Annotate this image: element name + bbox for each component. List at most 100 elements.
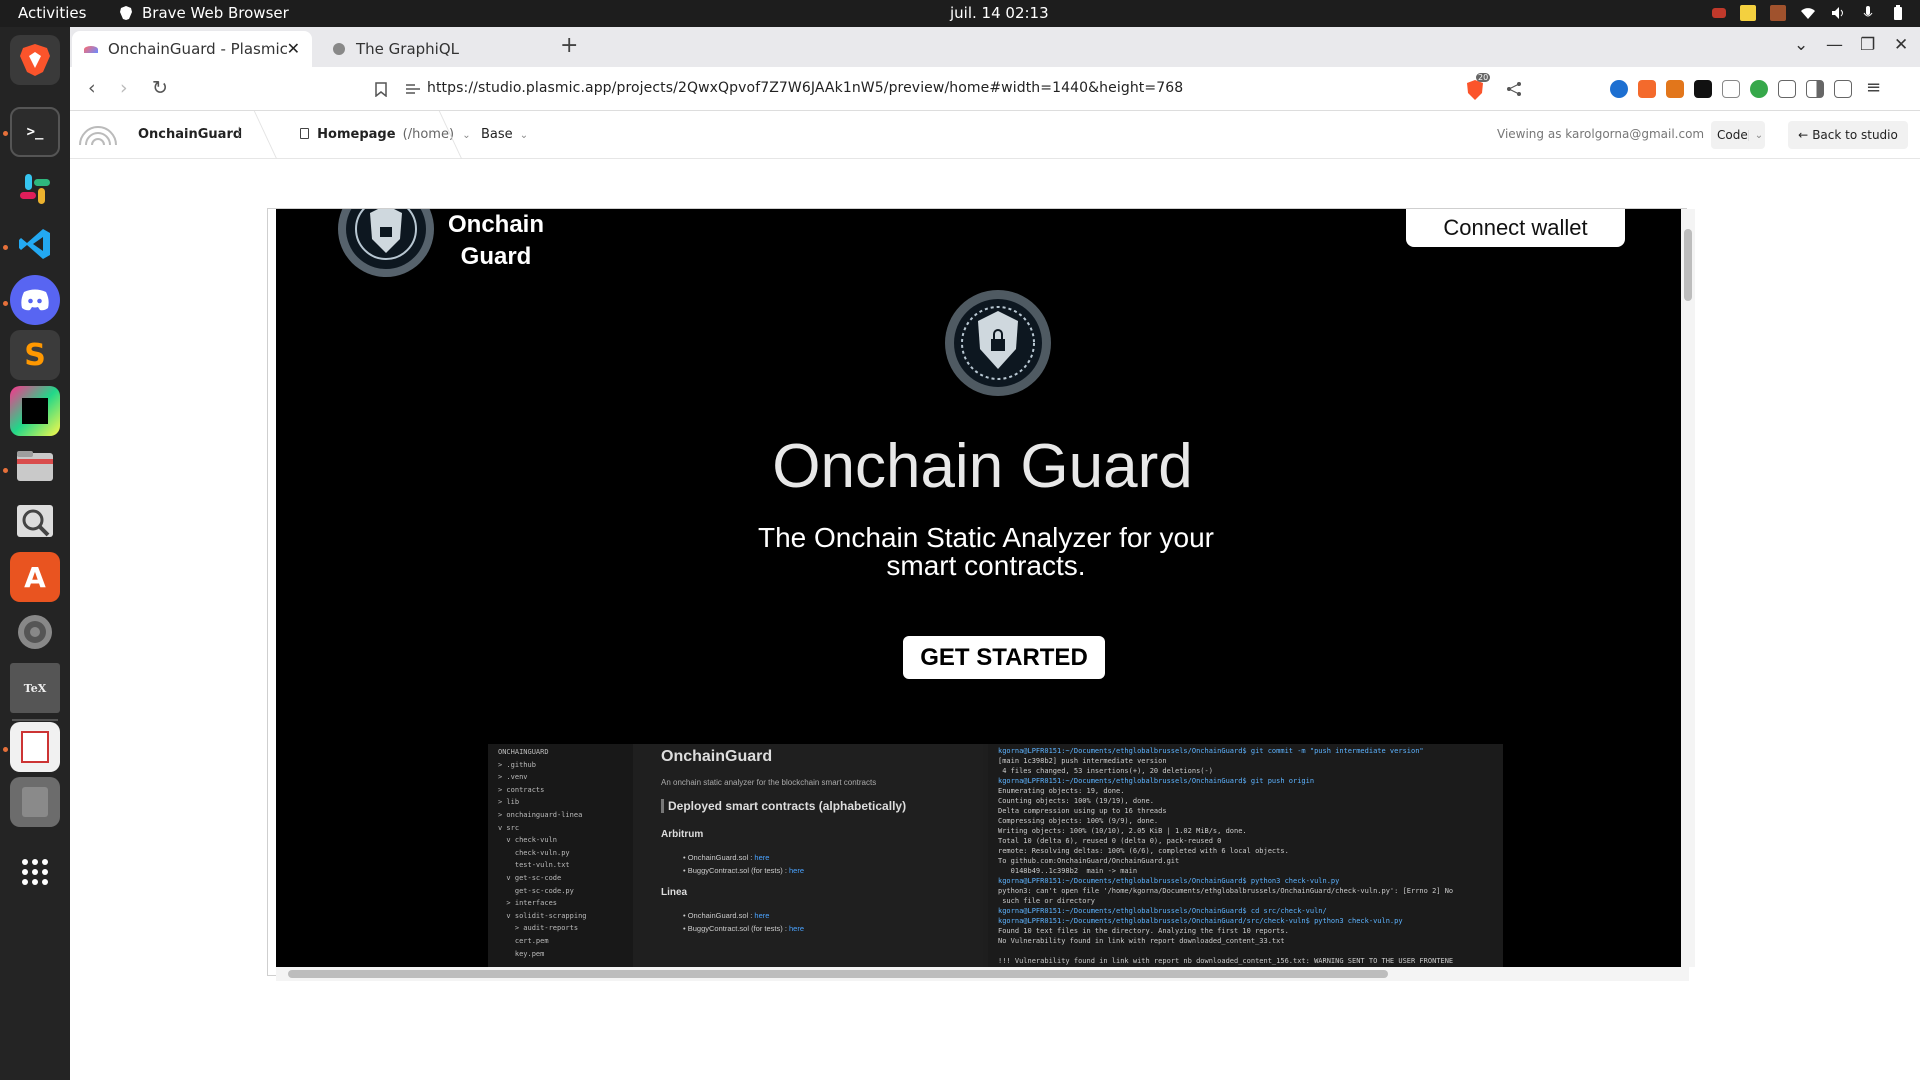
page-selector[interactable]: Homepage (/home) ⌄: [300, 127, 471, 142]
terminal-line: Compressing objects: 100% (9/9), done.: [998, 817, 1159, 825]
dock-files[interactable]: [10, 441, 60, 491]
brand-line-2: Guard: [460, 243, 532, 270]
url-text[interactable]: https://studio.plasmic.app/projects/2Qwx…: [427, 80, 1183, 96]
plasmic-logo-icon[interactable]: [78, 123, 118, 145]
globe-icon: [333, 43, 345, 55]
brave-rewards-icon[interactable]: [1638, 80, 1656, 98]
wifi-icon[interactable]: [1800, 5, 1816, 21]
tree-item: > onchainguard-linea: [498, 810, 583, 819]
text-editor-icon: [22, 787, 48, 817]
tab-onchainguard[interactable]: OnchainGuard - Plasmic ✕: [72, 31, 312, 67]
microphone-icon[interactable]: [1860, 5, 1876, 21]
get-started-button[interactable]: GET STARTED: [903, 636, 1105, 679]
bookmark-icon[interactable]: [375, 82, 387, 97]
terminal-line: Counting objects: 100% (19/19), done.: [998, 797, 1154, 805]
terminal-line: 0148b49..1c398b2 main -> main: [998, 867, 1138, 875]
viewing-as-selector[interactable]: Viewing as karolgorna@gmail.com ⌄: [1497, 127, 1719, 141]
terminal-line: python3: can't open file '/home/kgorna/D…: [998, 887, 1454, 895]
lock-extension-icon[interactable]: [1694, 80, 1712, 98]
vpn-extension-icon[interactable]: [1610, 80, 1628, 98]
code-button[interactable]: Code ⌄: [1711, 121, 1765, 149]
metamask-icon[interactable]: [1666, 80, 1684, 98]
hero-subtitle: The Onchain Static Analyzer for your sma…: [758, 522, 1214, 581]
plasmic-favicon-icon: [84, 45, 98, 53]
project-menu-icon[interactable]: ⋮: [233, 125, 246, 140]
site-brand[interactable]: Onchain Guard: [446, 209, 546, 273]
tab-graphiql[interactable]: The GraphiQL: [320, 31, 550, 67]
terminal-line: Enumerating objects: 19, done.: [998, 787, 1125, 795]
dock-show-apps[interactable]: [10, 847, 60, 897]
green-extension-icon[interactable]: [1750, 80, 1768, 98]
app-indicator-icon[interactable]: [1770, 5, 1786, 21]
folder-icon: [17, 451, 53, 481]
dock-discord[interactable]: [10, 275, 60, 325]
forward-icon[interactable]: ›: [120, 77, 128, 99]
focused-app-menu[interactable]: Brave Web Browser: [118, 4, 289, 22]
dock-image-viewer[interactable]: [10, 496, 60, 546]
contract-item: • BuggyContract.sol (for tests) : here: [683, 923, 805, 933]
dock-settings[interactable]: [10, 607, 60, 657]
connect-wallet-button[interactable]: Connect wallet: [1406, 209, 1625, 247]
back-icon[interactable]: ‹: [88, 77, 96, 99]
brave-shields-button[interactable]: 20: [1465, 73, 1491, 101]
terminal-icon: >_: [26, 124, 44, 140]
extensions-puzzle-icon[interactable]: [1778, 80, 1796, 98]
chevron-down-icon: ⌄: [519, 130, 529, 141]
tree-item: ONCHAINGUARD: [498, 748, 549, 756]
share-icon[interactable]: [1506, 81, 1522, 97]
minimize-window-icon[interactable]: —: [1826, 35, 1843, 55]
tree-item: key.pem: [498, 949, 545, 958]
variant-selector[interactable]: Base ⌄: [481, 127, 528, 142]
notes-icon[interactable]: [1740, 5, 1756, 21]
system-clock[interactable]: juil. 14 02:13: [950, 4, 1049, 22]
jetbrains-icon: [22, 398, 48, 424]
running-indicator: [3, 245, 8, 250]
tab-search-chevron-icon[interactable]: ⌄: [1794, 35, 1808, 55]
tree-item: > .venv: [498, 773, 528, 782]
dock-terminal[interactable]: >_: [10, 107, 60, 157]
site-info-icon[interactable]: [405, 82, 421, 96]
dock-sublime-text[interactable]: S: [10, 330, 60, 380]
battery-icon[interactable]: [1890, 5, 1906, 21]
scrollbar-thumb[interactable]: [288, 970, 1388, 978]
scrollbar-thumb[interactable]: [1684, 229, 1692, 301]
screenshot-file-tree: ONCHAINGUARD > .github > .venv > contracts >…: [488, 744, 633, 967]
vscode-icon: [19, 229, 50, 259]
activities-button[interactable]: Activities: [18, 4, 86, 22]
dock-document-viewer[interactable]: [10, 722, 60, 772]
preview-horizontal-scrollbar[interactable]: [276, 967, 1689, 981]
back-to-studio-button[interactable]: ← Back to studio: [1788, 121, 1908, 149]
dock-slack[interactable]: [10, 164, 60, 214]
reload-icon[interactable]: ↻: [152, 77, 168, 99]
viewing-as-label: Viewing as karolgorna@gmail.com: [1497, 127, 1705, 141]
close-tab-icon[interactable]: ✕: [287, 39, 300, 58]
preview-vertical-scrollbar[interactable]: [1681, 209, 1695, 967]
dock-jetbrains-toolbox[interactable]: [10, 386, 60, 436]
new-tab-button[interactable]: +: [560, 33, 578, 58]
dock-vscode[interactable]: [10, 219, 60, 269]
tab-strip: OnchainGuard - Plasmic ✕ The GraphiQL + …: [70, 27, 1920, 67]
volume-icon[interactable]: [1830, 5, 1846, 21]
system-tray[interactable]: [1712, 5, 1906, 21]
magnifier-icon: [17, 505, 53, 537]
tree-item: check-vuln.py: [498, 848, 570, 857]
tab-title: The GraphiQL: [356, 40, 460, 58]
dock-text-editor[interactable]: [10, 777, 60, 827]
system-top-bar: Activities Brave Web Browser juil. 14 02…: [0, 0, 1920, 27]
project-name[interactable]: OnchainGuard: [138, 127, 242, 142]
wallet-icon[interactable]: [1834, 80, 1852, 98]
contract-item: • OnchainGuard.sol : here: [683, 853, 770, 862]
terminal-line: [main 1c398b2] push intermediate version: [998, 757, 1167, 765]
maximize-window-icon[interactable]: ❐: [1860, 35, 1875, 55]
ubuntu-dock: >_ S A TeX: [0, 27, 70, 1080]
dock-app-center[interactable]: A: [10, 552, 60, 602]
onchainguard-logo[interactable]: [338, 209, 434, 281]
address-bar[interactable]: https://studio.plasmic.app/projects/2Qwx…: [405, 72, 1530, 106]
screen-record-icon[interactable]: [1712, 8, 1726, 18]
dock-brave-browser[interactable]: [10, 35, 60, 85]
reader-extension-icon[interactable]: [1722, 80, 1740, 98]
close-window-icon[interactable]: ✕: [1894, 35, 1908, 55]
dock-texmaker[interactable]: TeX: [10, 663, 60, 713]
hamburger-menu-icon[interactable]: ≡: [1866, 77, 1881, 98]
sidebar-toggle-icon[interactable]: [1806, 80, 1824, 98]
